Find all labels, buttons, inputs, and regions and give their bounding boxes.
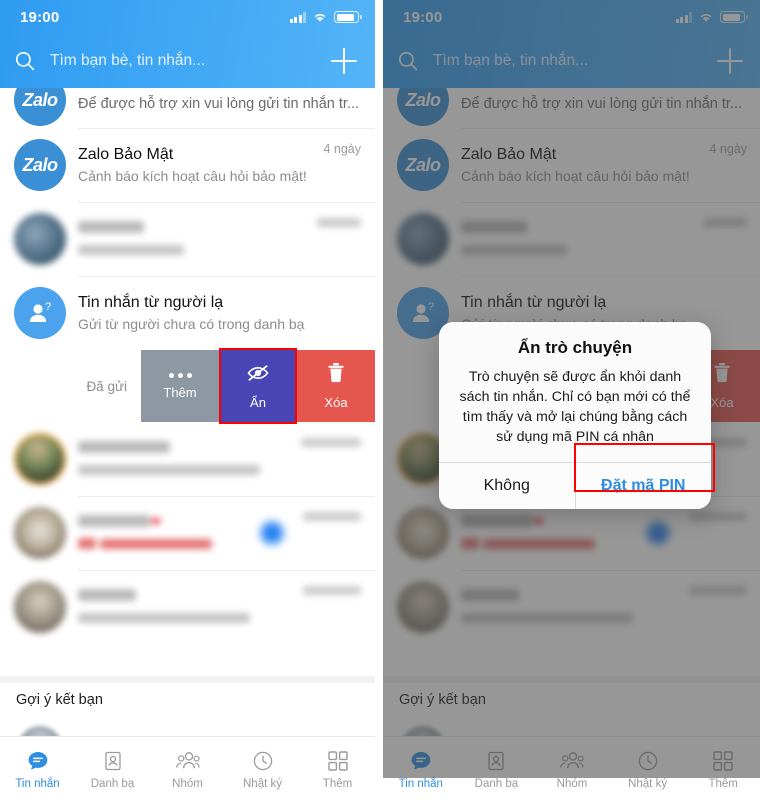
list-item-time <box>301 436 361 450</box>
list-item-preview <box>78 240 309 260</box>
list-item[interactable]: Zalo Zalo Bảo Mật Cảnh báo kích hoạt câu… <box>0 128 375 202</box>
list-item-preview: Cảnh báo kích hoạt câu hỏi bảo mật! <box>78 168 307 185</box>
list-item-name: Tin nhắn từ người lạ <box>78 293 224 311</box>
dialog-title: Ẩn trò chuyện <box>517 338 633 357</box>
swipe-hide-label: Ẩn <box>250 394 266 410</box>
list-item-preview: Gửi từ người chưa có trong danh bạ <box>78 316 305 333</box>
tab-timeline[interactable]: Nhật ký <box>225 748 300 790</box>
status-icons <box>289 11 362 23</box>
friend-suggestion-section: Gợi ý kết bạn <box>0 676 375 770</box>
avatar <box>14 581 66 633</box>
bottom-tab-bar-left[interactable]: Tin nhắn Danh bạ Nhóm Nhật ký Thêm <box>0 736 375 800</box>
avatar-label: Zalo <box>22 154 58 175</box>
status-clock: 19:00 <box>20 8 60 26</box>
search-input[interactable]: Tìm bạn bè, tin nhắn... <box>50 52 315 70</box>
list-item-name: ❤ <box>78 512 257 534</box>
tab-groups[interactable]: Nhóm <box>150 748 225 790</box>
dialog-cancel-button[interactable]: Không <box>439 462 575 509</box>
contact-card-icon <box>101 748 125 774</box>
list-item[interactable] <box>0 202 375 276</box>
list-item-time <box>303 584 361 598</box>
list-item-preview: Để được hỗ trợ xin vui lòng gửi tin nhắn… <box>78 96 360 112</box>
stranger-icon: ? <box>14 287 66 339</box>
plus-icon[interactable] <box>329 46 359 76</box>
list-item-name <box>78 586 295 608</box>
tab-contacts[interactable]: Danh bạ <box>75 748 150 790</box>
screenshot-stage: 19:00 Tìm bạn bè, tin nhắn... Zalo Để đư… <box>0 0 760 800</box>
phone-panel-right: 19:00 Tìm bạn bè, tin nhắn... Za <box>383 0 760 800</box>
tab-more[interactable]: Thêm <box>300 748 375 790</box>
swipe-delete-button[interactable]: Xóa <box>297 350 375 422</box>
avatar: Zalo <box>14 88 66 126</box>
tab-messages-label: Tin nhắn <box>398 777 443 790</box>
list-item[interactable]: ❤ <box>0 496 375 570</box>
tab-groups-label: Nhóm <box>172 777 203 790</box>
list-item[interactable] <box>0 422 375 496</box>
svg-text:?: ? <box>45 301 51 313</box>
list-item-time: 4 ngày <box>323 142 361 156</box>
wifi-icon <box>312 11 328 23</box>
swipe-row-label-area: Đã gửi <box>0 350 141 422</box>
signal-bars-icon <box>289 11 306 23</box>
tab-messages[interactable]: Tin nhắn <box>0 748 75 790</box>
list-item-time <box>317 216 361 230</box>
list-item[interactable]: Zalo Để được hỗ trợ xin vui lòng gửi tin… <box>0 88 375 128</box>
list-item[interactable] <box>0 570 375 644</box>
hide-chat-dialog: Ẩn trò chuyện Trò chuyện sẽ được ẩn khỏi… <box>439 322 711 509</box>
avatar <box>14 507 66 559</box>
dialog-actions: Không Đặt mã PIN <box>439 461 711 509</box>
avatar <box>14 213 66 265</box>
swipe-more-button[interactable]: Thêm <box>141 350 219 422</box>
tab-timeline-label: Nhật ký <box>243 777 282 790</box>
swipe-hide-button[interactable]: Ẩn <box>219 350 297 422</box>
sent-label: Đã gửi <box>86 378 127 394</box>
tab-more-label: Thêm <box>708 777 738 790</box>
dialog-body: Ẩn trò chuyện Trò chuyện sẽ được ẩn khỏi… <box>439 322 711 462</box>
battery-icon <box>334 11 362 23</box>
tab-contacts-label: Danh bạ <box>90 777 135 790</box>
list-item-name <box>78 438 293 460</box>
status-bar-left: 19:00 <box>0 0 375 34</box>
app-header-left: 19:00 Tìm bạn bè, tin nhắn... <box>0 0 375 88</box>
list-item-time <box>303 510 361 524</box>
grid-squares-icon <box>327 748 349 774</box>
chat-bubble-icon <box>26 748 50 774</box>
swipe-more-label: Thêm <box>163 384 197 400</box>
phone-panel-left: 19:00 Tìm bạn bè, tin nhắn... Zalo Để đư… <box>0 0 375 800</box>
list-item-stranger-messages[interactable]: ? Tin nhắn từ người lạ Gửi từ người chưa… <box>0 276 375 350</box>
eye-slash-icon <box>246 363 270 388</box>
search-icon <box>14 50 36 72</box>
tab-groups-label: Nhóm <box>556 777 588 790</box>
tab-more-label: Thêm <box>322 777 353 790</box>
clock-icon <box>251 748 275 774</box>
dialog-set-pin-button[interactable]: Đặt mã PIN <box>574 462 711 509</box>
list-item-preview <box>78 534 257 554</box>
friend-suggestion-title: Gợi ý kết bạn <box>16 692 103 708</box>
list-item-preview <box>78 608 295 628</box>
tab-contacts-label: Danh bạ <box>474 777 519 790</box>
tab-timeline-label: Nhật ký <box>628 777 668 790</box>
list-item-name: Zalo Bảo Mật <box>78 145 174 163</box>
swipe-delete-label: Xóa <box>324 395 348 410</box>
conversation-list-left[interactable]: Zalo Để được hỗ trợ xin vui lòng gửi tin… <box>0 88 375 676</box>
swipe-action-row[interactable]: Đã gửi Thêm Ẩn Xóa <box>0 348 375 424</box>
search-bar-left[interactable]: Tìm bạn bè, tin nhắn... <box>0 34 375 88</box>
list-item-name <box>78 218 309 240</box>
list-item-preview <box>78 460 293 480</box>
avatar: Zalo <box>14 139 66 191</box>
unread-indicator <box>257 518 287 548</box>
group-people-icon <box>174 748 202 774</box>
trash-icon <box>326 362 346 388</box>
tab-messages-label: Tin nhắn <box>15 777 60 790</box>
avatar <box>14 433 66 485</box>
ellipsis-icon <box>168 372 192 378</box>
dialog-message: Trò chuyện sẽ được ẩn khỏi danh sách tin… <box>459 369 691 446</box>
